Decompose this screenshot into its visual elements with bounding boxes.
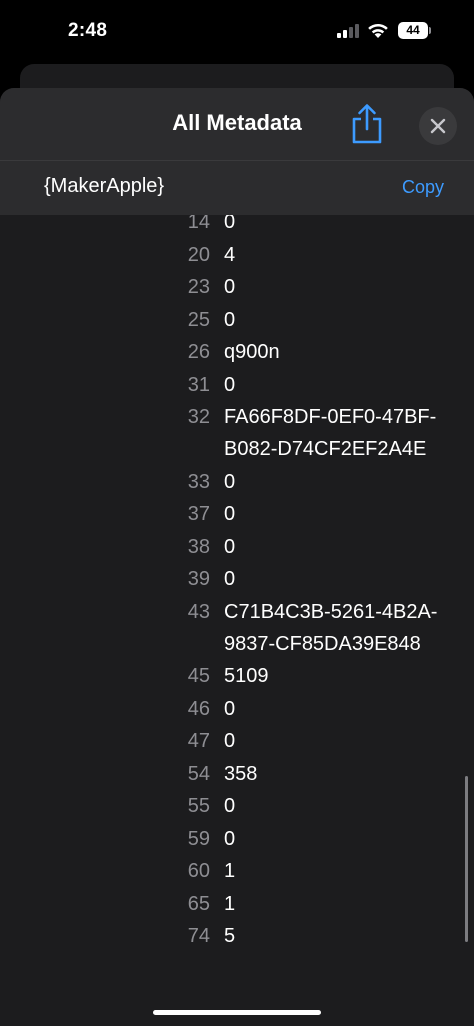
metadata-key: 23 [187, 276, 210, 298]
metadata-key: 39 [187, 568, 210, 590]
scroll-indicator[interactable] [465, 776, 468, 942]
cellular-signal-icon [337, 24, 359, 38]
metadata-row: 74 5 [0, 920, 474, 953]
metadata-key: 46 [187, 697, 210, 720]
metadata-key: 60 [187, 860, 210, 882]
metadata-key: 54 [187, 762, 210, 785]
metadata-key: 55 [187, 795, 210, 817]
metadata-value: 1 [224, 892, 236, 915]
metadata-row: 39 0 [0, 563, 474, 596]
metadata-key: 45 [187, 665, 210, 687]
sheet-header: All Metadata [0, 88, 474, 161]
metadata-value: 358 [224, 762, 258, 785]
metadata-value: 0 [224, 503, 236, 525]
metadata-row: 60 1 [0, 855, 474, 888]
battery-cap [429, 27, 431, 34]
metadata-row: 54 358 [0, 758, 474, 791]
metadata-key: 74 [187, 925, 210, 947]
metadata-row: 25 0 [0, 304, 474, 337]
metadata-key: 33 [187, 470, 210, 493]
metadata-key: 47 [187, 730, 210, 752]
metadata-row: 23 0 [0, 271, 474, 304]
screen: 2:48 44 All Metadata {MakerApple} Copy 1… [0, 0, 474, 1026]
metadata-key: 38 [187, 535, 210, 558]
metadata-value: 0 [224, 827, 236, 850]
metadata-value: 0 [224, 373, 236, 396]
home-indicator[interactable] [153, 1010, 321, 1015]
metadata-row: 45 5109 [0, 660, 474, 693]
metadata-key: 20 [187, 243, 210, 266]
metadata-list[interactable]: 14 0 20 4 23 0 25 0 26 q900n 31 0 32 FA66F8DF-0EF0-47… [0, 215, 474, 1026]
copy-button[interactable]: Copy [402, 177, 444, 198]
metadata-row: 37 0 [0, 498, 474, 531]
section-title: {MakerApple} [44, 175, 165, 197]
status-bar: 2:48 44 [0, 0, 474, 62]
metadata-key: 32 [187, 406, 210, 428]
metadata-row: 20 4 [0, 239, 474, 272]
metadata-row: 43 C71B4C3B-5261-4B2A-9837-CF85DA39E848 [0, 596, 474, 661]
metadata-value: 0 [224, 795, 236, 817]
sheet-title: All Metadata [172, 110, 302, 135]
metadata-key: 65 [187, 892, 210, 915]
metadata-row: 31 0 [0, 369, 474, 402]
metadata-value: 0 [224, 535, 236, 558]
metadata-row: 46 0 [0, 693, 474, 726]
metadata-key: 37 [187, 503, 210, 525]
section-header: {MakerApple} Copy [0, 161, 474, 215]
share-icon [352, 104, 382, 144]
metadata-value: FA66F8DF-0EF0-47BF-B082-D74CF2EF2A4E [224, 406, 437, 460]
metadata-row: 26 q900n [0, 336, 474, 369]
metadata-row: 32 FA66F8DF-0EF0-47BF-B082-D74CF2EF2A4E [0, 401, 474, 466]
battery-level: 44 [398, 22, 428, 39]
metadata-row: 33 0 [0, 466, 474, 499]
metadata-rows: 14 0 20 4 23 0 25 0 26 q900n 31 0 32 FA66F8DF-0EF0-47… [0, 215, 474, 953]
metadata-key: 43 [187, 600, 210, 623]
metadata-value: 0 [224, 697, 236, 720]
metadata-value: 0 [224, 470, 236, 493]
metadata-value: q900n [224, 341, 280, 363]
metadata-value: 0 [224, 730, 236, 752]
metadata-row: 59 0 [0, 823, 474, 856]
metadata-key: 14 [187, 215, 210, 233]
metadata-row: 55 0 [0, 790, 474, 823]
close-icon [430, 118, 446, 134]
metadata-sheet: All Metadata {MakerApple} Copy 14 0 20 4 23 0… [0, 88, 474, 1026]
metadata-row: 47 0 [0, 725, 474, 758]
share-button[interactable] [348, 102, 386, 146]
metadata-key: 25 [187, 308, 210, 331]
metadata-key: 26 [187, 341, 210, 363]
metadata-value: 0 [224, 308, 236, 331]
metadata-value: 0 [224, 215, 236, 233]
metadata-value: 5 [224, 925, 236, 947]
status-time: 2:48 [68, 20, 108, 41]
metadata-value: 1 [224, 860, 236, 882]
metadata-value: 4 [224, 243, 236, 266]
close-button[interactable] [419, 107, 457, 145]
metadata-row: 38 0 [0, 531, 474, 564]
metadata-row: 65 1 [0, 888, 474, 921]
metadata-value: C71B4C3B-5261-4B2A-9837-CF85DA39E848 [224, 600, 438, 655]
wifi-icon [368, 23, 388, 38]
metadata-value: 0 [224, 276, 236, 298]
metadata-key: 31 [187, 373, 210, 396]
battery-icon: 44 [398, 22, 432, 39]
metadata-key: 59 [187, 827, 210, 850]
metadata-value: 5109 [224, 665, 269, 687]
metadata-value: 0 [224, 568, 236, 590]
metadata-row: 14 0 [0, 215, 474, 239]
